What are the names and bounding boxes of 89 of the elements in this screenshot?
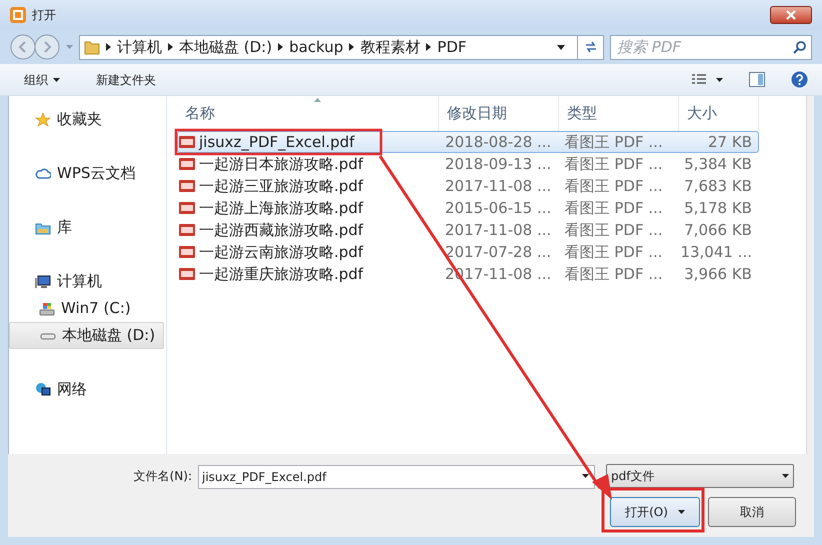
file-row[interactable]: 一起游云南旅游攻略.pdf 2017-07-28 ... 看图王 PDF ... 13,041 ... xyxy=(177,241,759,263)
table-cell: 2015-06-15 ... xyxy=(445,200,552,216)
table-cell: 5,178 KB xyxy=(684,200,752,216)
close-icon xyxy=(786,10,796,20)
sidebar-item[interactable]: WPS云文档 xyxy=(9,160,166,187)
help-icon[interactable] xyxy=(791,71,808,88)
caret-icon xyxy=(678,510,685,514)
table-cell: 一起游重庆旅游攻略.pdf xyxy=(199,266,364,282)
breadcrumb[interactable]: PDF xyxy=(437,36,467,58)
sidebar-item[interactable]: 本地磁盘 (D:) xyxy=(9,322,164,349)
cloud-icon xyxy=(35,166,51,182)
table-cell: 看图王 PDF ... xyxy=(564,134,663,150)
table-cell: 2017-11-08 ... xyxy=(445,178,552,194)
table-cell: 看图王 PDF ... xyxy=(564,200,663,216)
caret-icon xyxy=(53,78,60,82)
drive-icon xyxy=(39,300,55,316)
close-button[interactable] xyxy=(770,6,812,24)
caret-icon[interactable] xyxy=(716,78,723,82)
breadcrumb-arrow-icon xyxy=(349,43,354,51)
table-cell: 一起游三亚旅游攻略.pdf xyxy=(199,178,364,194)
table-cell: 7,683 KB xyxy=(684,178,752,194)
dropdown-arrow-icon xyxy=(66,45,73,49)
organize-button[interactable]: 组织 xyxy=(14,70,70,88)
table-cell: 一起游西藏旅游攻略.pdf xyxy=(199,222,364,238)
open-button[interactable]: 打开(O) xyxy=(610,497,700,527)
file-row[interactable]: 一起游三亚旅游攻略.pdf 2017-11-08 ... 看图王 PDF ... 7,683 KB xyxy=(177,175,759,197)
pdf-file-icon xyxy=(179,224,195,236)
window-title: 打开 xyxy=(32,7,56,24)
table-cell: 2017-11-08 ... xyxy=(445,222,552,238)
sidebar-item[interactable]: Win7 (C:) xyxy=(9,295,166,322)
breadcrumb[interactable]: 教程素材 xyxy=(360,36,420,58)
pdf-file-icon xyxy=(179,268,195,280)
pdf-file-icon xyxy=(179,180,195,192)
table-cell: 2018-09-13 ... xyxy=(445,156,552,172)
view-list-icon[interactable] xyxy=(692,74,708,86)
computer-icon xyxy=(35,274,51,290)
file-row[interactable]: 一起游西藏旅游攻略.pdf 2017-11-08 ... 看图王 PDF ... 7,066 KB xyxy=(177,219,759,241)
pdf-file-icon xyxy=(179,158,195,170)
table-cell: 一起游日本旅游攻略.pdf xyxy=(199,156,364,172)
caret-icon xyxy=(782,474,789,478)
table-cell: 一起游上海旅游攻略.pdf xyxy=(199,200,364,216)
cancel-button[interactable]: 取消 xyxy=(708,497,796,527)
dropdown-arrow-icon xyxy=(557,44,565,50)
folder-icon xyxy=(84,39,100,55)
table-cell: jisuxz_PDF_Excel.pdf xyxy=(199,134,354,150)
pdf-file-icon xyxy=(179,136,195,148)
breadcrumb[interactable]: backup xyxy=(289,36,344,58)
table-cell: 5,384 KB xyxy=(684,156,752,172)
caret-icon xyxy=(582,474,589,478)
file-row[interactable]: jisuxz_PDF_Excel.pdf 2018-08-28 ... 看图王 PDF ... 27 KB xyxy=(177,131,759,153)
table-cell: 看图王 PDF ... xyxy=(564,156,663,172)
filename-field[interactable]: jisuxz_PDF_Excel.pdf xyxy=(198,465,595,489)
table-cell: 看图王 PDF ... xyxy=(564,266,663,282)
table-cell: 一起游云南旅游攻略.pdf xyxy=(199,244,364,260)
pdf-file-icon xyxy=(179,246,195,258)
table-cell: 2017-07-28 ... xyxy=(444,244,552,260)
breadcrumb-arrow-icon xyxy=(426,43,432,51)
breadcrumb[interactable]: 本地磁盘 (D:) xyxy=(179,36,272,58)
preview-pane-icon[interactable] xyxy=(749,72,765,87)
star-icon xyxy=(35,112,51,128)
breadcrumb-arrow-icon xyxy=(278,43,284,51)
sidebar-item[interactable]: 收藏夹 xyxy=(9,106,166,133)
pdf-file-icon xyxy=(179,202,195,214)
app-icon xyxy=(10,7,26,23)
file-row[interactable]: 一起游日本旅游攻略.pdf 2018-09-13 ... 看图王 PDF ... 5,384 KB xyxy=(177,153,759,175)
filename-label: 文件名(N): xyxy=(132,468,193,485)
table-cell: 看图王 PDF ... xyxy=(564,244,663,260)
network-icon xyxy=(35,382,51,398)
table-cell: 27 KB xyxy=(708,134,752,150)
table-cell: 7,066 KB xyxy=(684,222,752,238)
table-cell: 看图王 PDF ... xyxy=(564,178,663,194)
refresh-icon xyxy=(584,41,598,53)
breadcrumb-arrow-icon xyxy=(106,43,111,51)
sort-arrow-icon xyxy=(314,98,321,102)
table-cell: 13,041 ... xyxy=(680,244,752,260)
table-cell: 看图王 PDF ... xyxy=(564,222,663,238)
file-type-dropdown[interactable]: pdf文件 xyxy=(606,464,794,488)
file-row[interactable]: 一起游上海旅游攻略.pdf 2015-06-15 ... 看图王 PDF ... 5,178 KB xyxy=(177,197,759,219)
breadcrumb-arrow-icon xyxy=(168,43,173,51)
search-icon xyxy=(793,40,806,54)
table-cell: 2018-08-28 ... xyxy=(445,134,552,150)
new-folder-button[interactable]: 新建文件夹 xyxy=(96,70,156,88)
search-field[interactable]: 搜索 PDF xyxy=(610,34,812,60)
table-cell: 3,966 KB xyxy=(684,266,752,282)
sidebar-item[interactable]: 网络 xyxy=(9,376,166,403)
sidebar-item[interactable]: 库 xyxy=(9,214,166,241)
sidebar-item[interactable]: 计算机 xyxy=(9,268,166,295)
breadcrumb[interactable]: 计算机 xyxy=(117,36,162,58)
address-bar[interactable]: 计算机 本地磁盘 (D:) backup 教程素材 PDF xyxy=(79,34,604,60)
